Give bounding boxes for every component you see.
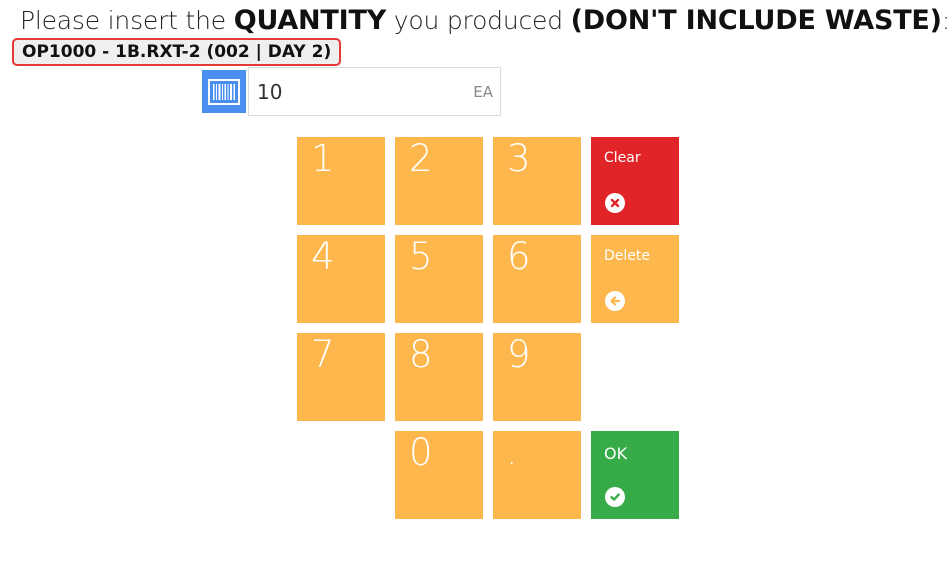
quantity-field: EA [248,67,501,116]
key-2[interactable]: 2 [395,137,483,225]
key-7-label: 7 [311,333,335,376]
key-1[interactable]: 1 [297,137,385,225]
key-3[interactable]: 3 [493,137,581,225]
key-6[interactable]: 6 [493,235,581,323]
key-4-label: 4 [311,235,335,278]
quantity-prompt: Please insert the QUANTITY you produced … [20,5,948,36]
prompt-text-1: Please insert the [20,6,234,35]
key-7[interactable]: 7 [297,333,385,421]
key-5[interactable]: 5 [395,235,483,323]
prompt-waste-note: (DON'T INCLUDE WASTE) [570,5,942,36]
prompt-text-2: you produced [386,6,571,35]
clear-button-label: Clear [604,150,641,166]
delete-button-label: Delete [604,248,650,264]
prompt-colon: : [942,6,948,35]
key-6-label: 6 [507,235,531,278]
arrow-left-circle-icon [605,291,625,311]
clear-button[interactable]: Clear [591,137,679,225]
key-decimal[interactable]: . [493,431,581,519]
ok-button-label: OK [604,444,628,463]
key-8-label: 8 [409,333,433,376]
ok-button[interactable]: OK [591,431,679,519]
quantity-unit: EA [473,83,493,101]
close-circle-icon [605,193,625,213]
operation-badge: OP1000 - 1B.RXT-2 (002 | DAY 2) [12,38,342,66]
key-decimal-label: . [507,437,517,472]
key-5-label: 5 [409,235,433,278]
key-4[interactable]: 4 [297,235,385,323]
barcode-icon [208,78,240,105]
check-circle-icon [605,487,625,507]
quantity-input[interactable] [257,78,457,106]
delete-button[interactable]: Delete [591,235,679,323]
key-0[interactable]: 0 [395,431,483,519]
key-9-label: 9 [507,333,531,376]
prompt-quantity-word: QUANTITY [233,5,387,36]
key-8[interactable]: 8 [395,333,483,421]
key-3-label: 3 [507,137,531,180]
key-0-label: 0 [409,431,433,474]
barcode-scan-button[interactable] [202,70,246,113]
key-9[interactable]: 9 [493,333,581,421]
key-1-label: 1 [311,137,335,180]
key-2-label: 2 [409,137,433,180]
